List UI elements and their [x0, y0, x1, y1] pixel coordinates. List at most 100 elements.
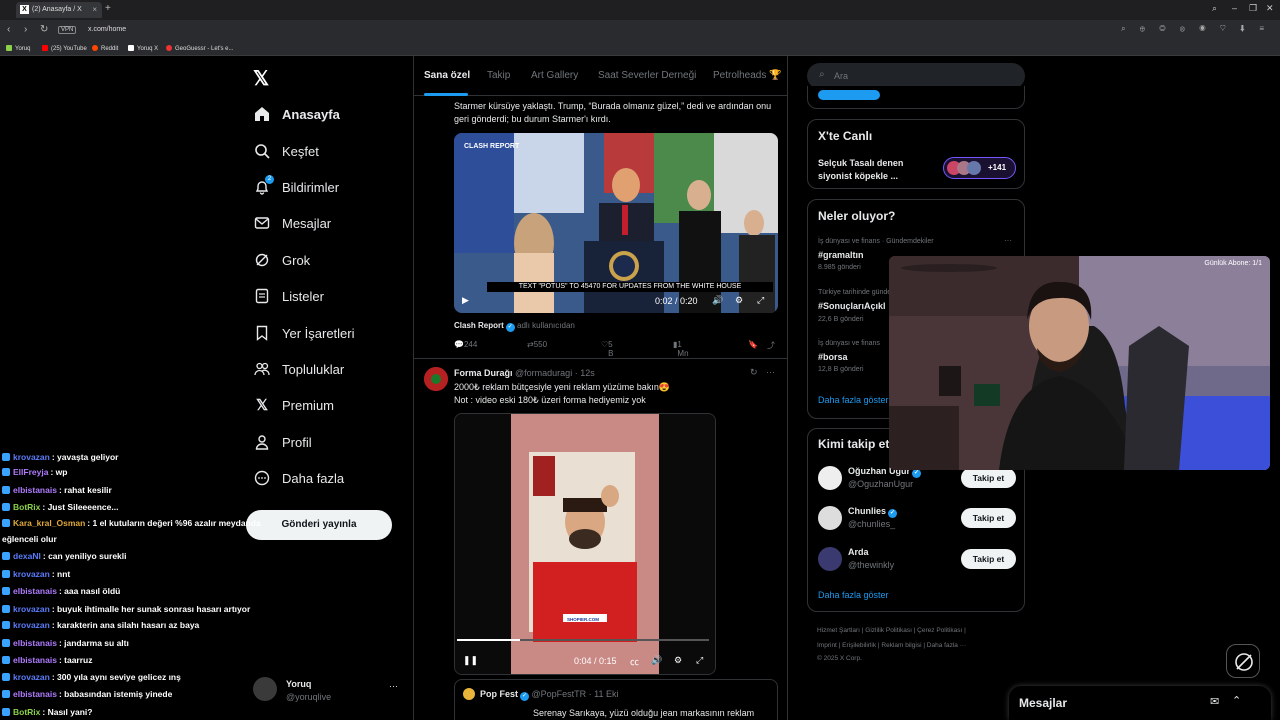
follow-button[interactable]: Takip et	[961, 549, 1016, 569]
chat-username: krovazan	[13, 672, 50, 682]
verified-icon: ✓	[912, 469, 921, 478]
bookmark-item[interactable]: (25) YouTube	[42, 45, 87, 52]
footer-links[interactable]: Hizmet Şartları | Gizlilik Politikası | …	[817, 627, 966, 634]
bookmark-item[interactable]: GeoGuessr - Let's e...	[166, 45, 234, 52]
like-button[interactable]: ♡ 5 B	[601, 340, 614, 358]
fullscreen-icon[interactable]: ⤢	[696, 655, 703, 666]
grok-floating-button[interactable]	[1226, 644, 1260, 678]
nav-bookmarks[interactable]: Yer İşaretleri	[254, 321, 355, 345]
chat-text: : can yeniliyo surekli	[42, 551, 127, 561]
show-more-link[interactable]: Daha fazla göster	[818, 590, 889, 600]
post-button[interactable]: Gönderi yayınla	[246, 510, 392, 540]
minimize-icon[interactable]: –	[1232, 3, 1237, 13]
verified-icon: ✓	[520, 692, 530, 701]
nav-grok[interactable]: Grok	[254, 248, 310, 272]
nav-communities[interactable]: Topluluklar	[254, 357, 344, 381]
reply-button[interactable]: 💬 244	[454, 340, 477, 349]
more-icon[interactable]: ···	[389, 681, 398, 691]
chat-badge-icon	[2, 552, 10, 560]
trend-tag[interactable]: #gramaltın	[818, 250, 864, 260]
subscribe-button[interactable]	[818, 90, 880, 100]
more-icon[interactable]: ···	[1004, 236, 1012, 245]
tab-petrolheads[interactable]: Petrolheads 🏆	[713, 70, 782, 81]
live-participants[interactable]: +141	[943, 157, 1016, 179]
chat-badge-icon	[2, 690, 10, 698]
x-logo-icon[interactable]: 𝕏	[253, 66, 269, 91]
x-bookmark-icon	[128, 45, 134, 51]
bookmark-item[interactable]: Reddit	[92, 45, 118, 52]
tweet-text: Starmer kürsüye yaklaştı. Trump, “Burada…	[454, 101, 772, 124]
volume-icon[interactable]: 🔊	[651, 655, 662, 666]
tab-art-gallery[interactable]: Art Gallery	[531, 70, 578, 81]
video-player[interactable]: SHOPIER.COM ❚❚ 0:04 / 0:15 ㏄ 🔊 ⚙ ⤢	[454, 413, 716, 675]
nav-profile[interactable]: Profil	[254, 430, 312, 454]
chat-message: elbistanais: jandarma su altı	[2, 638, 129, 648]
back-icon[interactable]: ‹	[7, 24, 10, 35]
nav-premium[interactable]: 𝕏 Premium	[254, 393, 334, 417]
verified-icon: ✓	[505, 323, 515, 332]
nav-lists[interactable]: Listeler	[254, 284, 324, 308]
trend-tag[interactable]: #borsa	[818, 352, 848, 362]
tweet-source[interactable]: Clash Report ✓ adlı kullanıcıdan	[454, 321, 575, 332]
nav-notifications[interactable]: 2 Bildirimler	[254, 175, 339, 199]
bookmark-button[interactable]: 🔖	[748, 340, 758, 349]
nav-messages[interactable]: Mesajlar	[254, 211, 331, 235]
pause-icon[interactable]: ❚❚	[463, 655, 478, 666]
trend-count: 12,8 B gönderi	[818, 366, 864, 373]
live-text[interactable]: Selçuk Tasalı denen siyonist köpekle ...	[818, 157, 938, 183]
follow-suggestion[interactable]: Chunlies ✓ @chunlies_ Takip et	[818, 504, 1018, 534]
share-icon[interactable]: ⤴	[767, 340, 775, 351]
follow-button[interactable]: Takip et	[961, 468, 1016, 488]
trend-tag[interactable]: #SonuçlarıAçıkl	[818, 301, 886, 311]
avatar[interactable]	[424, 367, 448, 391]
more-icon[interactable]: ···	[766, 367, 775, 377]
chat-text: : rahat kesilir	[58, 485, 112, 495]
tweet-header[interactable]: Forma Durağı @formaduragi · 12s	[454, 368, 595, 378]
settings-icon[interactable]: ⚙	[674, 655, 682, 666]
bookmark-item[interactable]: Yoruq	[6, 45, 30, 52]
footer-links[interactable]: Imprint | Erişilebilirlik | Reklam bilgi…	[817, 642, 966, 649]
tweet-text: 2000₺ reklam bütçesiyle yeni reklam yüzü…	[454, 382, 671, 405]
reload-icon[interactable]: ↻	[40, 24, 48, 35]
forward-icon[interactable]: ›	[24, 24, 27, 35]
browser-search-icon[interactable]: ⌕	[1212, 3, 1217, 14]
views-count[interactable]: ▮ 1 Mn	[673, 340, 689, 358]
tab-following[interactable]: Takip	[487, 70, 510, 81]
bookmark-item[interactable]: Yoruq X	[128, 45, 158, 52]
nav-home[interactable]: Anasayfa	[254, 102, 340, 126]
browser-tab[interactable]: X (2) Anasayfa / X ×	[16, 2, 102, 18]
chat-text: : aaa nasıl öldü	[58, 586, 121, 596]
toolbar-icons[interactable]: ⌕ ⊕ ◎ ⊗ ◉ ♡ ⬇ ≡	[1121, 24, 1270, 34]
account-switcher[interactable]: Yoruq @yoruqlive ···	[253, 677, 403, 705]
retweet-button[interactable]: ⇄ 550	[527, 340, 547, 349]
play-icon[interactable]: ▶	[462, 295, 469, 306]
vpn-badge[interactable]: VPN	[58, 26, 77, 34]
new-message-icon[interactable]: ✉	[1210, 695, 1219, 708]
close-window-icon[interactable]: ✕	[1266, 3, 1274, 14]
settings-icon[interactable]: ⚙	[735, 295, 743, 306]
quoted-tweet[interactable]: Pop Fest ✓ @PopFestTR · 11 Eki Serenay Sa…	[454, 679, 778, 720]
show-more-link[interactable]: Daha fazla göster	[818, 395, 889, 405]
maximize-icon[interactable]: ❐	[1249, 3, 1257, 14]
shirt-print: SHOPIER.COM	[567, 617, 600, 622]
follow-button[interactable]: Takip et	[961, 508, 1016, 528]
volume-icon[interactable]: 🔊	[712, 295, 723, 306]
chat-badge-icon	[2, 453, 10, 461]
chat-message: krovazan: buyuk ihtimalle her sunak sonr…	[2, 604, 250, 614]
url-field[interactable]: x.com/home	[88, 26, 126, 33]
nav-explore[interactable]: Keşfet	[254, 139, 319, 163]
avatar	[967, 161, 981, 175]
tab-close-icon[interactable]: ×	[92, 5, 97, 14]
new-tab-icon[interactable]: +	[105, 3, 111, 14]
nav-more[interactable]: Daha fazla	[254, 466, 344, 490]
expand-icon[interactable]: ⌃	[1232, 694, 1241, 707]
fullscreen-icon[interactable]: ⤢	[757, 295, 764, 306]
grok-action-icon[interactable]: ↻	[750, 367, 758, 378]
tab-for-you[interactable]: Sana özel	[424, 70, 470, 81]
video-player[interactable]: CLASH REPORT TEXT "POTUS" TO 45470 FOR U…	[454, 133, 778, 313]
live-count: +141	[988, 163, 1007, 172]
tab-saat-severler[interactable]: Saat Severler Derneği	[598, 70, 696, 81]
messages-dock[interactable]: Mesajlar ✉ ⌃	[1009, 686, 1271, 720]
follow-suggestion[interactable]: Arda @thewinkly Takip et	[818, 545, 1018, 575]
captions-icon[interactable]: ㏄	[630, 655, 639, 668]
